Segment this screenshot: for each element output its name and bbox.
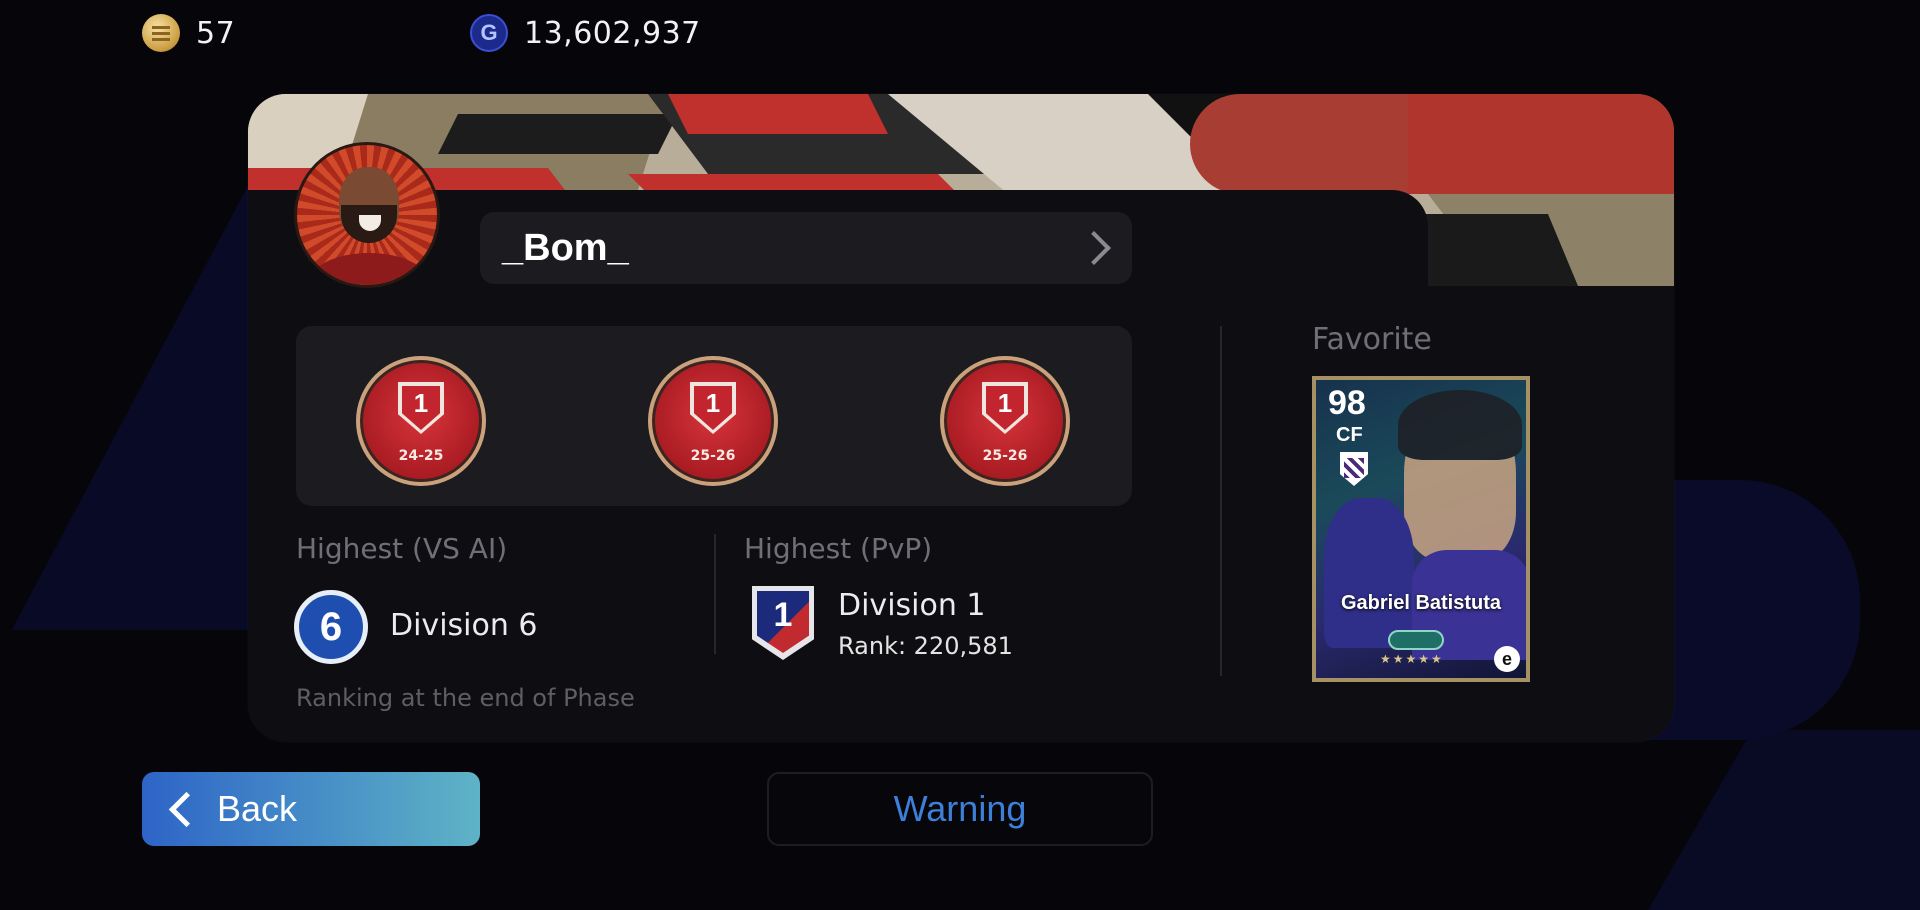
badge-rank: 1 xyxy=(694,386,732,430)
favorite-label: Favorite xyxy=(1312,322,1432,357)
ranking-note: Ranking at the end of Phase xyxy=(296,684,635,712)
back-button[interactable]: Back xyxy=(142,772,480,846)
profile-card: _Bom_ 1 24-25 1 25-26 1 25-26 Highest (V… xyxy=(248,94,1674,742)
player-stars: ★★★★★ xyxy=(1380,652,1444,666)
player-name: Gabriel Batistuta xyxy=(1340,592,1502,614)
badge-rank: 1 xyxy=(986,386,1024,430)
username: _Bom_ xyxy=(502,226,629,269)
coins-display: 57 xyxy=(142,14,235,52)
pvp-label: Highest (PvP) xyxy=(744,532,933,565)
warning-button[interactable]: Warning xyxy=(767,772,1153,846)
club-crest-icon xyxy=(1340,452,1368,486)
username-bar[interactable]: _Bom_ xyxy=(480,212,1132,284)
skill-icon xyxy=(1388,630,1444,650)
pvp-division-number: 1 xyxy=(757,591,809,653)
player-rating: 98 xyxy=(1328,384,1366,422)
gp-display: G 13,602,937 xyxy=(470,14,701,52)
badge-icon[interactable]: 1 24-25 xyxy=(356,356,486,486)
gp-value: 13,602,937 xyxy=(524,15,701,51)
badges-panel: 1 24-25 1 25-26 1 25-26 xyxy=(296,326,1132,506)
vs-ai-division: Division 6 xyxy=(390,608,538,643)
avatar[interactable] xyxy=(294,142,440,288)
coin-icon xyxy=(142,14,180,52)
vs-ai-label: Highest (VS AI) xyxy=(296,532,508,565)
warning-button-label: Warning xyxy=(893,788,1027,829)
favorite-player-card[interactable]: 98 CF Gabriel Batistuta ★★★★★ e xyxy=(1312,376,1530,682)
badge-icon[interactable]: 1 25-26 xyxy=(940,356,1070,486)
badge-icon[interactable]: 1 25-26 xyxy=(648,356,778,486)
back-button-label: Back xyxy=(217,788,298,829)
coins-value: 57 xyxy=(196,15,236,51)
divider xyxy=(714,534,716,654)
efootball-logo-icon: e xyxy=(1494,646,1520,672)
background-shape xyxy=(1648,730,1920,910)
pvp-division: Division 1 xyxy=(838,588,986,623)
division-icon: 6 xyxy=(294,590,368,664)
chevron-right-icon xyxy=(1077,231,1111,265)
badge-season: 24-25 xyxy=(398,448,444,464)
player-position: CF xyxy=(1336,424,1363,446)
badge-season: 25-26 xyxy=(690,448,736,464)
divider xyxy=(1220,326,1222,676)
pvp-rank: Rank: 220,581 xyxy=(838,632,1013,660)
badge-rank: 1 xyxy=(402,386,440,430)
badge-season: 25-26 xyxy=(982,448,1028,464)
back-arrow-icon xyxy=(168,791,205,827)
gp-icon: G xyxy=(470,14,508,52)
